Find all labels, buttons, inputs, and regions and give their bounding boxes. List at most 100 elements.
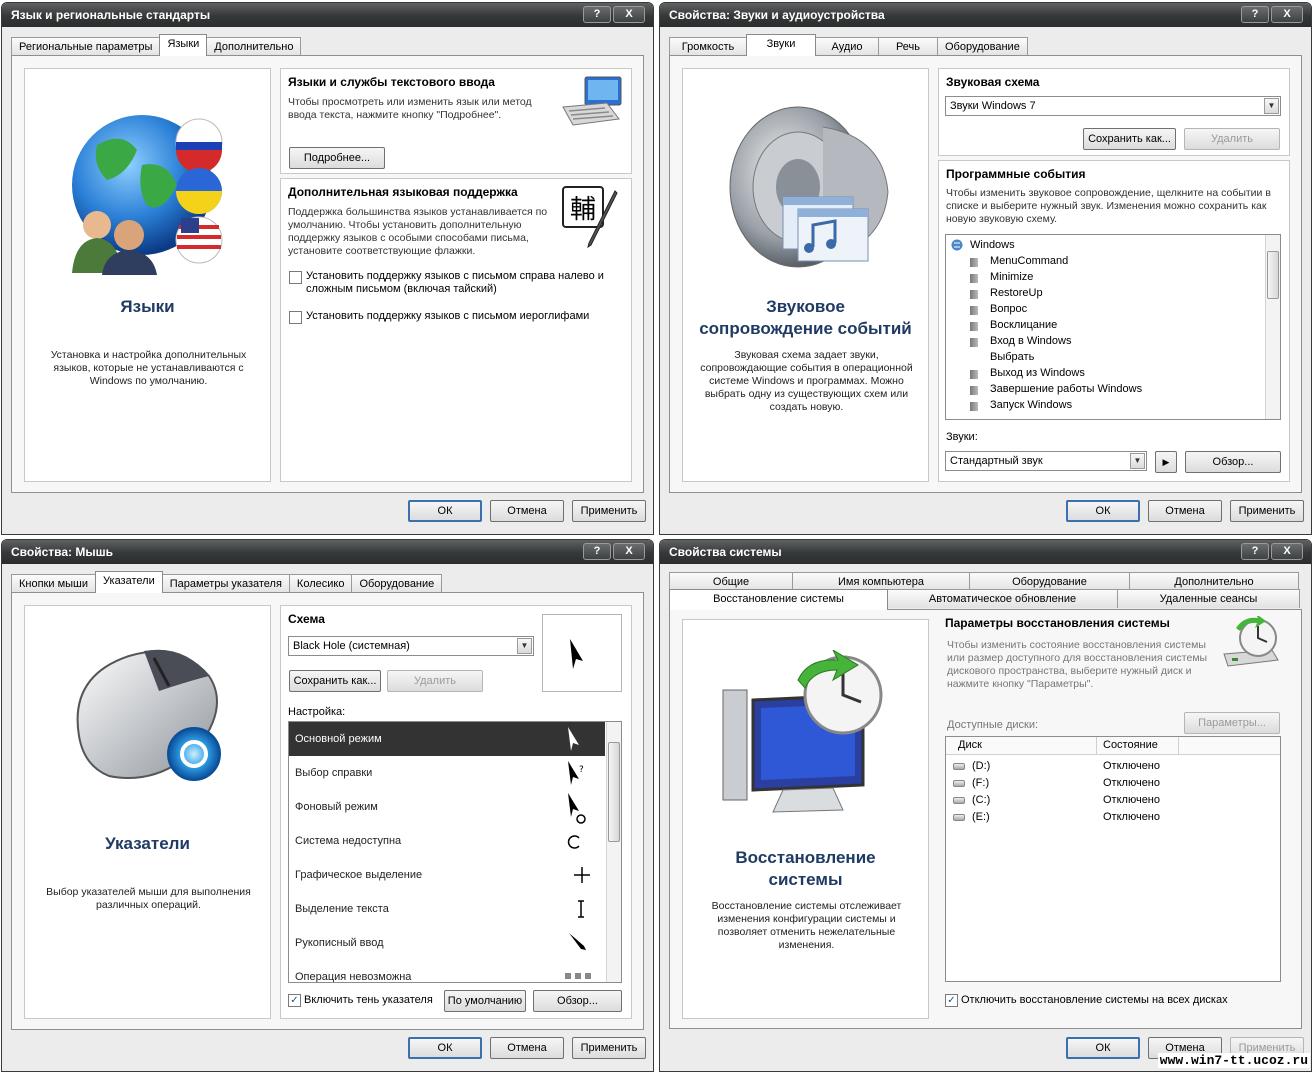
help-button[interactable]: ? [583,6,611,23]
window-title: Свойства: Звуки и аудиоустройства [669,8,885,22]
list-item[interactable]: Minimize [990,271,1033,283]
apply-button[interactable]: Применить [1230,500,1304,522]
list-item[interactable]: Выделение текста [289,892,605,926]
svg-text:?: ? [579,765,584,775]
browse-button[interactable]: Обзор... [1185,451,1281,473]
list-item[interactable]: MenuCommand [990,255,1068,267]
list-item[interactable]: Выход из Windows [990,367,1085,379]
disk-name[interactable]: (D:) [972,760,990,772]
ideogram-support-checkbox[interactable] [289,311,302,324]
ok-button[interactable]: ОК [1066,1037,1140,1059]
events-scrollbar[interactable] [1265,235,1280,419]
speaker-small-icon [970,290,978,299]
tab-languages[interactable]: Языки [159,34,207,56]
program-events-box: Программные события Чтобы изменить звуко… [938,160,1290,482]
list-item[interactable]: Рукописный ввод [289,926,605,960]
disable-all-checkbox[interactable]: ✓ [945,994,958,1007]
play-button[interactable]: ▶ [1155,451,1177,473]
tab-sounds[interactable]: Звуки [746,34,816,56]
tab-system-restore[interactable]: Восстановление системы [669,589,888,610]
tab-volume[interactable]: Громкость [669,37,747,56]
tab-hardware[interactable]: Оборудование [937,37,1028,56]
close-button[interactable]: X [1271,543,1303,560]
pointer-shadow-checkbox[interactable]: ✓ [288,994,301,1007]
disk-name[interactable]: (F:) [972,777,989,789]
tab-regional[interactable]: Региональные параметры [11,37,160,56]
browse-button[interactable]: Обзор... [533,990,622,1012]
list-item[interactable]: Восклицание [990,319,1057,331]
events-list[interactable]: Windows MenuCommand Minimize RestoreUp В… [945,234,1281,420]
sound-scheme-select[interactable]: Звуки Windows 7▼ [945,96,1281,116]
disk-name[interactable]: (E:) [972,811,990,823]
list-item[interactable]: Запуск Windows [990,399,1072,411]
list-item[interactable]: Фоновый режим [289,790,605,824]
disk-name[interactable]: (C:) [972,794,990,806]
tab-speech[interactable]: Речь [878,37,938,56]
tab-remote[interactable]: Удаленные сеансы [1117,589,1300,608]
ok-button[interactable]: ОК [408,500,482,522]
help-button[interactable]: ? [583,543,611,560]
cancel-button[interactable]: Отмена [1148,500,1222,522]
ok-button[interactable]: ОК [408,1037,482,1059]
disk-state: Отключено [1103,777,1160,789]
close-button[interactable]: X [1271,6,1303,23]
cancel-button[interactable]: Отмена [490,1037,564,1059]
save-as-button[interactable]: Сохранить как... [1083,128,1176,150]
pointer-scheme-select[interactable]: Black Hole (системная)▼ [288,636,534,656]
list-item[interactable]: Выбрать [990,351,1034,363]
delete-button[interactable]: Удалить [1184,128,1280,150]
section-title: Дополнительная языковая поддержка [288,185,518,199]
apply-button[interactable]: Применить [572,1037,646,1059]
tab-buttons[interactable]: Кнопки мыши [11,574,96,593]
list-item[interactable]: Система недоступна [289,824,605,858]
col-disk-header[interactable]: Диск [958,739,982,751]
close-button[interactable]: X [613,6,645,23]
title-bar: Свойства: Мышь ? X [2,540,653,564]
tab-automatic-updates[interactable]: Автоматическое обновление [887,589,1118,608]
list-item[interactable]: Вопрос [990,303,1027,315]
speaker-small-icon [970,386,978,395]
list-item[interactable]: Вход в Windows [990,335,1071,347]
tab-pointers[interactable]: Указатели [95,571,163,593]
rtl-support-checkbox[interactable] [289,271,302,284]
select-value: Стандартный звук [950,455,1043,467]
tab-hardware[interactable]: Оборудование [351,574,442,593]
list-item[interactable]: Операция невозможна [289,960,605,983]
apply-button[interactable]: Применить [572,500,646,522]
save-as-button[interactable]: Сохранить как... [289,670,381,692]
scroll-thumb[interactable] [1267,251,1279,299]
ok-button[interactable]: ОК [1066,500,1140,522]
cursor-scrollbar[interactable] [606,722,621,982]
list-item[interactable]: Windows [970,239,1015,251]
busy-cursor-icon [566,834,582,850]
close-button[interactable]: X [613,543,645,560]
delete-button[interactable]: Удалить [387,670,483,692]
cursor-list[interactable]: Основной режим Выбор справки Фоновый реж… [288,721,622,983]
tab-advanced[interactable]: Дополнительно [206,37,301,56]
list-item[interactable]: RestoreUp [990,287,1043,299]
tab-pointer-options[interactable]: Параметры указателя [162,574,290,593]
list-item[interactable]: Завершение работы Windows [990,383,1142,395]
settings-button[interactable]: Параметры... [1184,712,1280,734]
speaker-small-icon [970,370,978,379]
disks-table[interactable]: Диск Состояние (D:) Отключено (F:) Отклю… [945,736,1281,982]
panel-description: Восстановление системы отслеживает измен… [697,900,916,952]
help-button[interactable]: ? [1241,543,1269,560]
panel-title: Указатели [25,834,270,854]
details-button[interactable]: Подробнее... [289,147,385,169]
scheme-label: Схема [288,612,325,626]
cancel-button[interactable]: Отмена [490,500,564,522]
tab-wheel[interactable]: Колесико [289,574,353,593]
scroll-thumb[interactable] [608,742,620,842]
tab-audio[interactable]: Аудио [815,37,879,56]
list-item[interactable]: Выбор справки [289,756,605,790]
restore-settings-area: Параметры восстановления системы Чтобы и… [938,610,1290,1019]
sound-file-select[interactable]: Стандартный звук▼ [945,451,1147,471]
help-button[interactable]: ? [1241,6,1269,23]
col-state-header[interactable]: Состояние [1103,739,1158,751]
default-button[interactable]: По умолчанию [444,990,526,1012]
cursor-label: Основной режим [295,733,382,745]
list-item[interactable]: Графическое выделение [289,858,605,892]
list-item[interactable]: Основной режим [289,722,605,756]
pointer-shadow-label: Включить тень указателя [304,994,433,1007]
